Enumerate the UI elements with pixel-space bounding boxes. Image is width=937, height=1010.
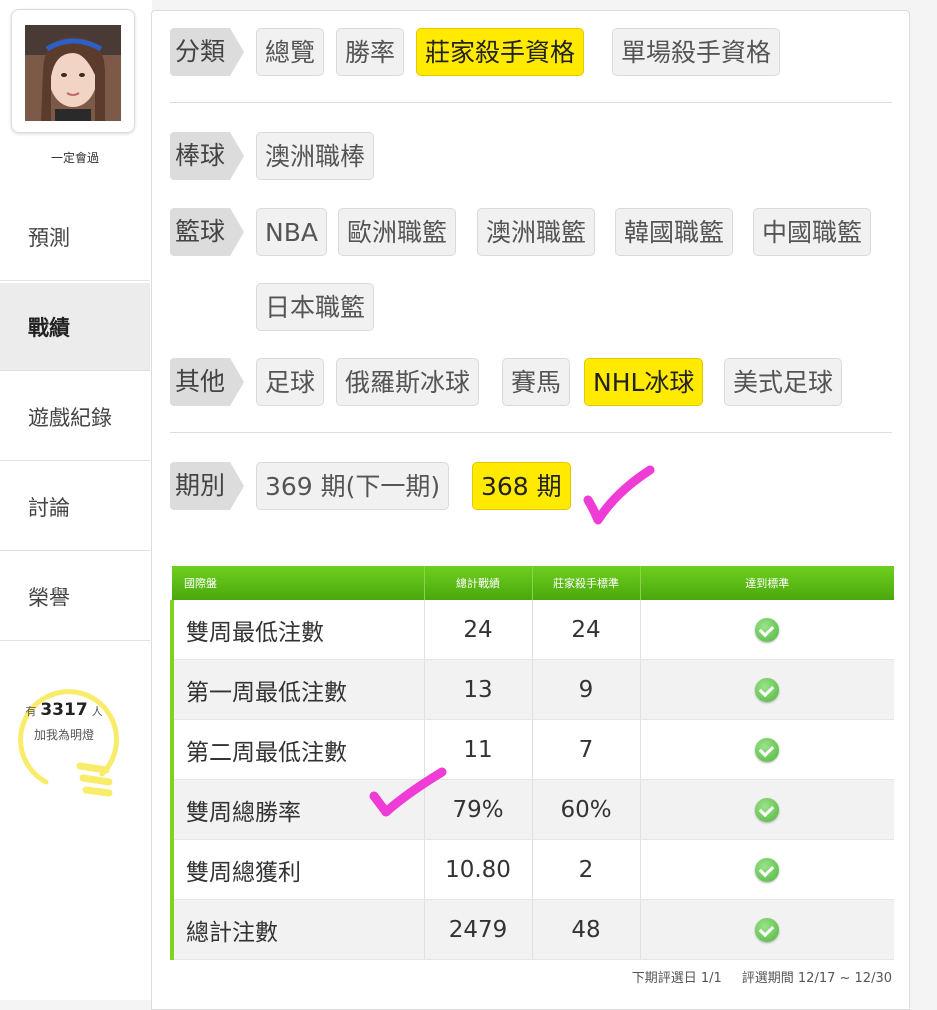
table-row: 雙周總獲利 10.80 2 [170, 839, 894, 900]
fan-count-number: 3317 [40, 700, 88, 720]
nav-item-predict[interactable]: 預測 [0, 193, 150, 281]
row-met [640, 659, 894, 720]
chip-euro-basketball[interactable]: 歐洲職籃 [338, 208, 457, 256]
chip-aus-basketball[interactable]: 澳洲職籃 [477, 208, 596, 256]
check-circle-icon [755, 858, 780, 882]
row-item: 雙周總獲利 [170, 839, 425, 900]
table-row: 雙周總勝率 79% 60% [170, 779, 894, 840]
check-circle-icon [755, 618, 780, 642]
nav-item-game-log[interactable]: 遊戲紀錄 [0, 373, 150, 461]
chip-banker-killer[interactable]: 莊家殺手資格 [416, 28, 585, 76]
row-met [640, 719, 894, 780]
fan-count-suffix: 人 [91, 705, 103, 718]
chip-period-369[interactable]: 369 期(下一期) [256, 462, 450, 510]
fan-count: 有 3317 人 [14, 700, 114, 720]
chip-khl[interactable]: 俄羅斯冰球 [336, 358, 480, 406]
row-met [640, 779, 894, 840]
nav-item-honors[interactable]: 榮譽 [0, 553, 150, 641]
row-total: 11 [424, 719, 533, 780]
table-header-row: 國際盤 總計戰績 莊家殺手標準 達到標準 [172, 566, 894, 600]
row-total: 2479 [424, 899, 533, 960]
row-standard: 48 [532, 899, 641, 960]
table-row: 總計注數 2479 48 [170, 899, 894, 960]
row-item: 第二周最低注數 [170, 719, 425, 780]
username: 一定會過 [50, 151, 99, 165]
row-item: 雙周總勝率 [170, 779, 425, 840]
chip-nfl[interactable]: 美式足球 [724, 358, 843, 406]
row-standard: 2 [532, 839, 641, 900]
nav-item-label: 遊戲紀錄 [28, 405, 112, 430]
divider [170, 102, 892, 103]
table-row: 第二周最低注數 11 7 [170, 719, 894, 780]
chip-single-killer[interactable]: 單場殺手資格 [612, 28, 781, 76]
avatar[interactable] [25, 25, 121, 121]
check-circle-icon [755, 678, 780, 702]
col-header-item[interactable]: 國際盤 [172, 566, 425, 600]
table-row: 第一周最低注數 13 9 [170, 659, 894, 720]
other-label: 其他 [170, 358, 244, 406]
nav-item-discussion[interactable]: 討論 [0, 463, 150, 551]
row-standard: 7 [532, 719, 641, 780]
lightbulb-icon[interactable] [6, 674, 136, 814]
chip-overview[interactable]: 總覽 [256, 28, 325, 76]
stats-table: 國際盤 總計戰績 莊家殺手標準 達到標準 雙周最低注數 24 24 第一周最低注… [170, 566, 894, 960]
check-circle-icon [755, 918, 780, 942]
sidebar: 一定會過 預測 戰績 遊戲紀錄 討論 榮譽 有 3317 人 加我為明燈 [0, 0, 152, 1000]
fan-count-prefix: 有 [25, 705, 37, 718]
nav-item-label: 戰績 [28, 315, 70, 340]
row-item: 雙周最低注數 [170, 600, 425, 660]
chip-jpn-basketball[interactable]: 日本職籃 [256, 283, 375, 331]
nav-item-record[interactable]: 戰績 [0, 283, 150, 371]
chip-kor-basketball[interactable]: 韓國職籃 [615, 208, 734, 256]
row-standard: 60% [532, 779, 641, 840]
row-met [640, 899, 894, 960]
chip-nhl[interactable]: NHL冰球 [584, 358, 704, 406]
eval-period: 評選期間 12/17 ~ 12/30 [741, 971, 892, 986]
next-eval-date: 下期評選日 1/1 [631, 971, 722, 986]
nav-item-label: 討論 [28, 495, 70, 520]
nav-item-label: 榮譽 [28, 585, 70, 610]
follow-link[interactable]: 加我為明燈 [14, 726, 114, 743]
check-circle-icon [755, 738, 780, 762]
chip-abl[interactable]: 澳洲職棒 [256, 132, 375, 180]
row-total: 10.80 [424, 839, 533, 900]
basketball-label: 籃球 [170, 208, 244, 256]
avatar-frame[interactable] [11, 9, 135, 133]
col-header-total[interactable]: 總計戰績 [424, 566, 533, 600]
period-label: 期別 [170, 462, 244, 510]
row-standard: 24 [532, 600, 641, 660]
chip-soccer[interactable]: 足球 [256, 358, 325, 406]
row-total: 13 [424, 659, 533, 720]
divider [170, 432, 892, 433]
table-row: 雙周最低注數 24 24 [170, 600, 894, 660]
row-item: 第一周最低注數 [170, 659, 425, 720]
chip-nba[interactable]: NBA [256, 208, 327, 256]
row-met [640, 600, 894, 660]
row-total: 24 [424, 600, 533, 660]
col-header-met[interactable]: 達到標準 [640, 566, 894, 600]
row-standard: 9 [532, 659, 641, 720]
row-item: 總計注數 [170, 899, 425, 960]
category-label: 分類 [170, 28, 244, 76]
main-panel: 分類 總覽 勝率 莊家殺手資格 單場殺手資格 棒球 澳洲職棒 籃球 NBA 歐洲… [151, 10, 910, 1010]
col-header-standard[interactable]: 莊家殺手標準 [532, 566, 641, 600]
chip-win-rate[interactable]: 勝率 [336, 28, 405, 76]
nav-item-label: 預測 [28, 225, 70, 250]
chip-period-368[interactable]: 368 期 [472, 462, 571, 510]
baseball-label: 棒球 [170, 132, 244, 180]
check-circle-icon [755, 798, 780, 822]
chip-cba[interactable]: 中國職籃 [753, 208, 872, 256]
row-total: 79% [424, 779, 533, 840]
row-met [640, 839, 894, 900]
evaluation-footnote: 下期評選日 1/1 評選期間 12/17 ~ 12/30 [170, 967, 892, 986]
chip-horse-racing[interactable]: 賽馬 [502, 358, 571, 406]
